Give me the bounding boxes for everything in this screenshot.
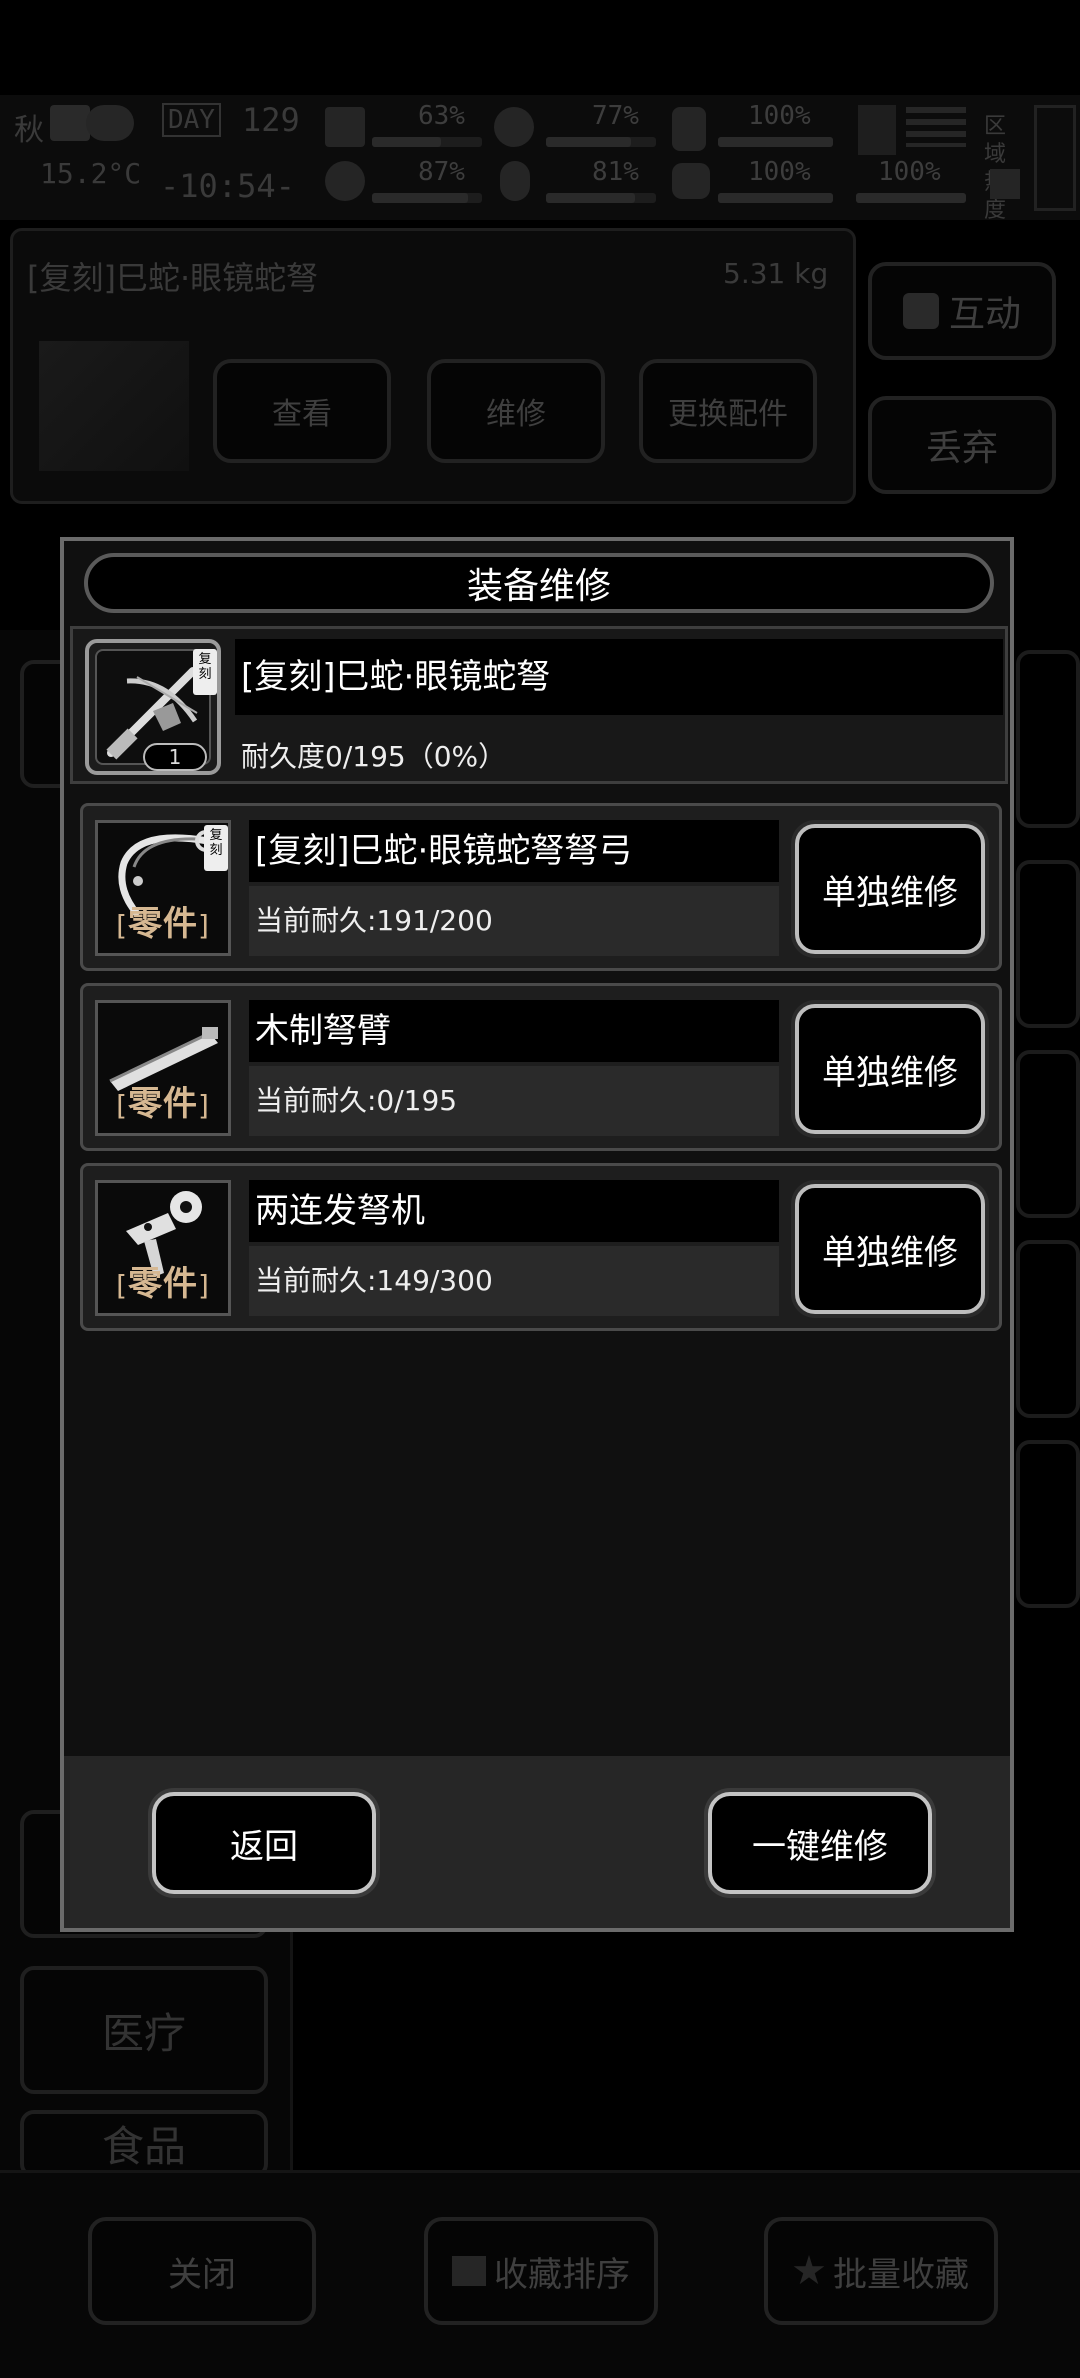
season-label: 秋: [14, 113, 44, 148]
part-name: [复刻]巳蛇·眼镜蛇弩弩弓: [249, 820, 779, 882]
right-slot-1[interactable]: [1016, 650, 1080, 828]
hand-icon: [902, 293, 939, 329]
item-count-badge: 1: [143, 743, 207, 771]
bg-view-button[interactable]: 查看: [213, 359, 391, 463]
bg-interact-label: 互动: [948, 294, 1021, 335]
day-label: DAY: [162, 103, 221, 137]
part-label: [零件]: [116, 1084, 210, 1124]
main-equipment: 复刻 1 [复刻]巳蛇·眼镜蛇弩 耐久度0/195（0%）: [70, 626, 1008, 784]
clock: -10:54-: [160, 167, 295, 205]
item-panel: [复刻]巳蛇·眼镜蛇弩 5.31 kg 查看 维修 更换配件: [10, 228, 856, 504]
part-thumb[interactable]: [零件]: [95, 1000, 231, 1136]
health-value: 63%: [418, 101, 465, 131]
hunger-bar: [546, 137, 656, 147]
part-card: [零件] 两连发弩机 当前耐久:149/300 单独维修: [80, 1163, 1002, 1331]
remake-tag: 复刻: [204, 825, 228, 871]
stomach-icon: [494, 107, 534, 147]
back-button[interactable]: 返回: [152, 1792, 376, 1894]
bg-close-button[interactable]: 关闭: [88, 2217, 316, 2325]
mood-bar: [718, 193, 833, 203]
bg-batch-favorite-label: 批量收藏: [833, 2254, 969, 2295]
medkit-icon: [325, 107, 365, 147]
day-number: 129: [242, 101, 300, 139]
bg-interact-button[interactable]: 互动: [868, 262, 1056, 360]
bg-item-weight: 5.31 kg: [723, 257, 829, 290]
hunger-value: 77%: [592, 101, 639, 131]
part-thumb[interactable]: 复刻 [零件]: [95, 820, 231, 956]
sidebar-medical-button[interactable]: 医疗: [20, 1966, 268, 2094]
sidebar-food-button[interactable]: 食品: [20, 2110, 268, 2178]
main-equipment-thumb[interactable]: 复刻 1: [85, 639, 221, 775]
mood-value: 100%: [748, 157, 811, 187]
bg-sort-favorites-label: 收藏排序: [494, 2254, 630, 2295]
part-label: [零件]: [116, 1264, 210, 1304]
part-label: [零件]: [116, 904, 210, 944]
part-name: 两连发弩机: [249, 1180, 779, 1242]
stamina-value: 100%: [878, 157, 941, 187]
bg-sort-favorites-button[interactable]: 收藏排序: [424, 2217, 658, 2325]
stamina-bar: [856, 193, 966, 203]
thirst-value: 81%: [592, 157, 639, 187]
single-repair-button[interactable]: 单独维修: [795, 1004, 985, 1134]
main-equipment-durability: 耐久度0/195（0%）: [241, 740, 507, 773]
repair-dialog: 装备维修 复刻 1 [复刻]巳蛇·眼镜蛇弩 耐久度0/195（0%） 复刻 [零…: [60, 537, 1014, 1932]
right-slot-5[interactable]: [1016, 1440, 1080, 1608]
flag-icon: [906, 107, 966, 147]
temperature: 15.2°C: [40, 157, 142, 190]
part-thumb[interactable]: [零件]: [95, 1180, 231, 1316]
bg-discard-button[interactable]: 丢弃: [868, 396, 1056, 494]
bg-batch-favorite-button[interactable]: 批量收藏: [764, 2217, 998, 2325]
lungs-icon: [858, 105, 896, 155]
weather-icon: [50, 105, 90, 141]
status-bar: 秋 DAY 129 15.2°C -10:54- 63% 77% 100% 87…: [0, 95, 1080, 223]
single-repair-button[interactable]: 单独维修: [795, 824, 985, 954]
part-card: 复刻 [零件] [复刻]巳蛇·眼镜蛇弩弩弓 当前耐久:191/200 单独维修: [80, 803, 1002, 971]
part-name: 木制弩臂: [249, 1000, 779, 1062]
speaker-icon: [990, 169, 1020, 199]
water-drop-icon: [500, 161, 530, 201]
star-icon: [793, 2255, 825, 2285]
side-tab[interactable]: [1034, 105, 1076, 211]
right-slot-3[interactable]: [1016, 1050, 1080, 1218]
part-durability: 当前耐久:149/300: [249, 1246, 779, 1316]
cloud-icon: [86, 105, 134, 141]
bottom-bar: 关闭 收藏排序 批量收藏: [0, 2170, 1080, 2378]
part-card: [零件] 木制弩臂 当前耐久:0/195 单独维修: [80, 983, 1002, 1151]
bg-repair-button[interactable]: 维修: [427, 359, 605, 463]
remake-tag: 复刻: [193, 649, 217, 695]
bladder-value: 100%: [748, 101, 811, 131]
sanity-bar: [372, 193, 482, 203]
repair-all-button[interactable]: 一键维修: [708, 1792, 932, 1894]
health-bar: [372, 137, 482, 147]
sort-arrows-icon: [452, 2256, 486, 2286]
bg-item-title: [复刻]巳蛇·眼镜蛇弩: [27, 259, 319, 297]
part-durability: 当前耐久:191/200: [249, 886, 779, 956]
part-durability: 当前耐久:0/195: [249, 1066, 779, 1136]
heart-icon: [672, 163, 710, 199]
bladder-bar: [718, 137, 833, 147]
bg-swap-parts-button[interactable]: 更换配件: [639, 359, 817, 463]
single-repair-button[interactable]: 单独维修: [795, 1184, 985, 1314]
brain-icon: [325, 161, 365, 201]
right-slot-4[interactable]: [1016, 1240, 1080, 1418]
main-equipment-name: [复刻]巳蛇·眼镜蛇弩: [235, 639, 1003, 715]
thirst-bar: [546, 193, 656, 203]
sanity-value: 87%: [418, 157, 465, 187]
dialog-footer: 返回 一键维修: [64, 1756, 1010, 1928]
bladder-icon: [672, 107, 706, 151]
right-slot-2[interactable]: [1016, 860, 1080, 1028]
dialog-title: 装备维修: [84, 553, 994, 613]
crossbow-icon: [39, 341, 189, 471]
